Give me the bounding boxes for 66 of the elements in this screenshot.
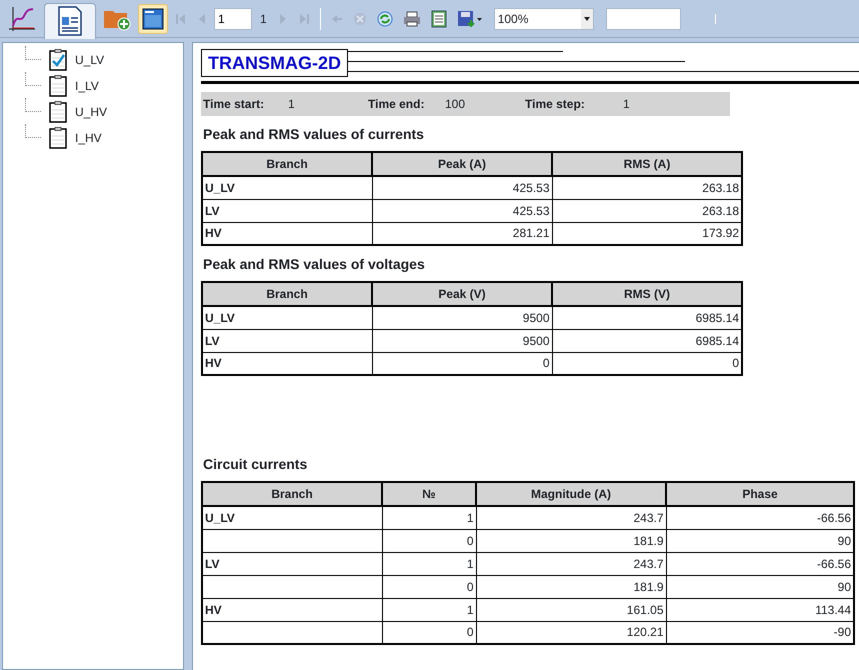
table-cell: 425.53 bbox=[372, 176, 552, 199]
section-title: Peak and RMS values of voltages bbox=[203, 255, 426, 274]
table-cell: 425.53 bbox=[372, 199, 552, 222]
column-header: RMS (V) bbox=[552, 282, 742, 306]
table-cell: LV bbox=[202, 199, 372, 222]
table-cell: 1 bbox=[382, 552, 476, 575]
time-value: 1 bbox=[623, 96, 631, 113]
table-cell: LV bbox=[202, 329, 372, 352]
column-header: Branch bbox=[202, 152, 372, 176]
panel-toggle-button[interactable] bbox=[138, 4, 168, 34]
table-cell: 0 bbox=[382, 529, 476, 552]
window-icon bbox=[141, 6, 165, 30]
table-cell: U_LV bbox=[202, 176, 372, 199]
section-title: Circuit currents bbox=[203, 455, 308, 474]
first-page-icon bbox=[175, 12, 187, 24]
caret-icon bbox=[584, 16, 590, 20]
time-label: Time start: bbox=[203, 96, 266, 113]
floppy-icon bbox=[456, 10, 483, 28]
table-cell: 9500 bbox=[372, 306, 552, 329]
table-cell: U_LV bbox=[202, 506, 382, 529]
table-cell: 243.7 bbox=[476, 506, 666, 529]
time-value: 1 bbox=[288, 96, 296, 113]
table-cell: LV bbox=[202, 552, 382, 575]
time-label: Time step: bbox=[525, 96, 586, 113]
page-count: 1 bbox=[259, 10, 268, 28]
next-icon bbox=[278, 12, 288, 24]
column-header: Branch bbox=[202, 282, 372, 306]
table-cell: 1 bbox=[382, 506, 476, 529]
table-cell: 181.9 bbox=[476, 575, 666, 598]
column-header: Magnitude (A) bbox=[476, 482, 666, 506]
previous-icon bbox=[197, 12, 207, 24]
column-header: № bbox=[382, 482, 476, 506]
column-header: Branch bbox=[202, 482, 382, 506]
tree-item-label[interactable]: U_HV bbox=[75, 103, 108, 121]
back-arrow-icon bbox=[330, 14, 343, 24]
report-view-tab[interactable] bbox=[44, 2, 96, 38]
close-icon bbox=[352, 12, 367, 26]
zoom-select[interactable]: 100% bbox=[494, 8, 594, 30]
table-cell: 1 bbox=[382, 598, 476, 621]
refresh-icon bbox=[376, 10, 393, 26]
tree-item-label[interactable]: U_LV bbox=[75, 51, 104, 69]
table-cell: 0 bbox=[382, 575, 476, 598]
column-header: Peak (V) bbox=[372, 282, 552, 306]
table-cell: HV bbox=[202, 598, 382, 621]
tree-item-label[interactable]: I_LV bbox=[75, 77, 99, 95]
document-icon bbox=[57, 6, 83, 36]
printer-icon bbox=[402, 10, 421, 26]
column-header: Phase bbox=[666, 482, 854, 506]
section-title: Peak and RMS values of currents bbox=[203, 125, 425, 144]
column-header: Peak (A) bbox=[372, 152, 552, 176]
table-cell: 181.9 bbox=[476, 529, 666, 552]
column-header: RMS (A) bbox=[552, 152, 742, 176]
time-value: 100 bbox=[445, 96, 466, 113]
report-title: TRANSMAG-2D bbox=[201, 49, 348, 77]
table-cell: 9500 bbox=[372, 329, 552, 352]
table-cell: HV bbox=[202, 222, 372, 245]
page-input[interactable]: 1 bbox=[214, 8, 252, 30]
table-cell: 243.7 bbox=[476, 552, 666, 575]
table-cell: HV bbox=[202, 352, 372, 375]
table-cell: 161.05 bbox=[476, 598, 666, 621]
tree-item-label[interactable]: I_HV bbox=[75, 129, 102, 147]
search-field[interactable] bbox=[606, 8, 681, 30]
last-page-icon bbox=[298, 12, 310, 24]
time-label: Time end: bbox=[368, 96, 426, 113]
table-cell: U_LV bbox=[202, 306, 372, 329]
page-icon bbox=[430, 10, 447, 28]
